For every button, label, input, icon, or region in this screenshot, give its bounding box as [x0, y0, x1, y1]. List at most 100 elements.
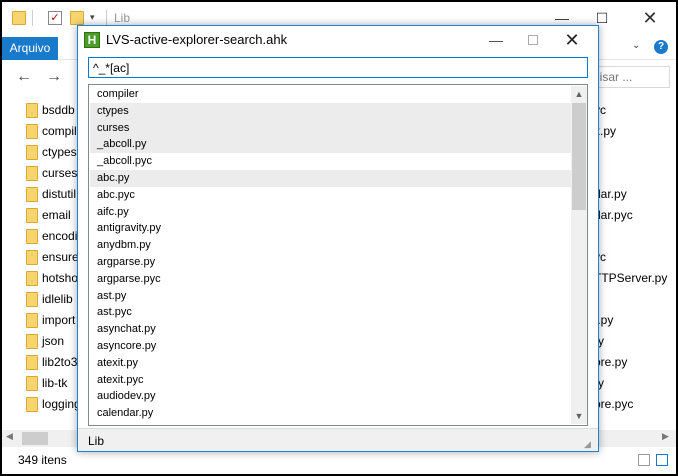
- list-item[interactable]: abc.pyc: [90, 187, 571, 204]
- scrollbar-thumb[interactable]: [22, 432, 48, 445]
- list-item[interactable]: _abcoll.pyc: [90, 153, 571, 170]
- list-item-label[interactable]: dar.py: [594, 184, 676, 205]
- list-item[interactable]: calendar.py: [90, 405, 571, 422]
- list-item-label[interactable]: ry: [594, 331, 676, 352]
- list-item-label[interactable]: [594, 163, 676, 184]
- list-item[interactable]: atexit.py: [90, 355, 571, 372]
- tab-arquivo[interactable]: Arquivo: [2, 37, 58, 60]
- folder-icon: [26, 103, 38, 118]
- list-item-label: bsddb: [42, 103, 75, 117]
- list-item-label: json: [42, 334, 65, 348]
- explorer-title: Lib: [114, 11, 131, 25]
- minimize-icon[interactable]: —: [476, 28, 516, 52]
- list-item[interactable]: antigravity.py: [90, 220, 571, 237]
- list-item-label: logging: [42, 397, 81, 411]
- folder-icon: [26, 271, 38, 286]
- list-item-label[interactable]: ry: [594, 373, 676, 394]
- folder-icon: [26, 145, 38, 160]
- results-list: compiler ctypes curses _abcoll.py _abcoll.py…: [90, 86, 571, 422]
- list-item-label[interactable]: ore.py: [594, 352, 676, 373]
- list-item-label[interactable]: dar.pyc: [594, 205, 676, 226]
- details-view-icon[interactable]: [638, 454, 650, 466]
- folder-icon: [26, 376, 38, 391]
- list-item[interactable]: asyncore.py: [90, 338, 571, 355]
- list-item-label[interactable]: yc: [594, 247, 676, 268]
- dialog-titlebar[interactable]: H LVS-active-explorer-search.ahk — ✕: [78, 26, 598, 54]
- folder-icon: [26, 292, 38, 307]
- list-item[interactable]: compiler: [90, 86, 571, 103]
- back-arrow-icon[interactable]: ←: [16, 68, 32, 86]
- scroll-left-icon[interactable]: ◀: [6, 431, 13, 442]
- scrollbar-thumb[interactable]: [572, 103, 586, 210]
- status-text: Lib: [88, 434, 105, 448]
- list-item[interactable]: ast.py: [90, 288, 571, 305]
- list-item[interactable]: aifc.py: [90, 204, 571, 221]
- large-icons-view-icon[interactable]: [656, 454, 668, 466]
- autohotkey-icon: H: [84, 32, 100, 48]
- list-item-label: hotsho: [42, 271, 79, 285]
- list-item[interactable]: argparse.py: [90, 254, 571, 271]
- list-item-label: import: [42, 313, 76, 327]
- list-item-label[interactable]: [594, 142, 676, 163]
- folder-icon: [26, 166, 38, 181]
- folder-icon: [12, 11, 26, 25]
- folder-icon: [26, 187, 38, 202]
- new-folder-icon[interactable]: [70, 11, 84, 25]
- vertical-scrollbar[interactable]: ▲ ▼: [571, 86, 587, 424]
- list-item[interactable]: abc.py: [90, 169, 571, 187]
- folder-icon: [26, 208, 38, 223]
- resize-grip-icon[interactable]: ◢: [584, 439, 591, 450]
- search-input[interactable]: [88, 57, 588, 78]
- item-count: 349 itens: [18, 453, 67, 467]
- list-item[interactable]: asynchat.py: [90, 321, 571, 338]
- list-item-label: ensure: [42, 250, 79, 264]
- ahk-search-dialog: H LVS-active-explorer-search.ahk — ✕ com…: [77, 25, 599, 452]
- list-item-label[interactable]: yc: [594, 100, 676, 121]
- list-item[interactable]: anydbm.py: [90, 237, 571, 254]
- list-item-label: lib-tk: [42, 376, 68, 390]
- scroll-right-icon[interactable]: ▶: [662, 431, 669, 442]
- list-item[interactable]: ctypes: [90, 102, 571, 120]
- scroll-down-icon[interactable]: ▼: [571, 408, 587, 424]
- maximize-icon: [516, 28, 550, 52]
- folder-icon: [26, 355, 38, 370]
- list-item[interactable]: _abcoll.py: [90, 136, 571, 154]
- list-item-label: lib2to3: [42, 355, 78, 369]
- list-item-label: distutil: [42, 187, 77, 201]
- list-item-label: ctypes: [42, 145, 77, 159]
- help-icon[interactable]: ?: [654, 40, 668, 54]
- list-item[interactable]: audiodev.py: [90, 388, 571, 405]
- explorer-file-list-right: yc x.py dar.py dar.pyc yc TTPServer.py t.py ry o…: [594, 100, 676, 415]
- list-item-label: idlelib: [42, 292, 73, 306]
- list-item[interactable]: argparse.pyc: [90, 271, 571, 288]
- close-icon[interactable]: ✕: [550, 28, 594, 52]
- list-item-label[interactable]: x.py: [594, 121, 676, 142]
- separator: [32, 10, 33, 26]
- list-item[interactable]: curses: [90, 119, 571, 137]
- dialog-title: LVS-active-explorer-search.ahk: [106, 32, 288, 47]
- qat-dropdown-icon[interactable]: ▾: [90, 12, 104, 26]
- scroll-up-icon[interactable]: ▲: [571, 86, 587, 102]
- forward-arrow-icon[interactable]: →: [46, 68, 62, 86]
- chevron-down-icon[interactable]: ⌄: [632, 40, 646, 54]
- list-item-label[interactable]: t.py: [594, 310, 676, 331]
- properties-check-icon[interactable]: ✓: [48, 11, 62, 25]
- list-item-label[interactable]: TTPServer.py: [594, 268, 676, 289]
- close-icon[interactable]: ✕: [630, 6, 670, 30]
- list-item-label: email: [42, 208, 71, 222]
- folder-icon: [26, 250, 38, 265]
- dialog-statusbar: Lib ◢: [78, 428, 598, 451]
- list-item-label[interactable]: ore.pyc: [594, 394, 676, 415]
- folder-icon: [26, 334, 38, 349]
- list-item[interactable]: ast.pyc: [90, 304, 571, 321]
- list-item[interactable]: atexit.pyc: [90, 372, 571, 389]
- list-item-label: curses: [42, 166, 78, 180]
- list-item-label[interactable]: [594, 289, 676, 310]
- results-listbox[interactable]: compiler ctypes curses _abcoll.py _abcoll.py…: [88, 84, 588, 426]
- list-item-label[interactable]: [594, 226, 676, 247]
- list-item-label: encodi: [42, 229, 78, 243]
- separator: [106, 10, 107, 26]
- folder-icon: [26, 397, 38, 412]
- search-input[interactable]: uisar ...: [588, 66, 670, 88]
- folder-icon: [26, 313, 38, 328]
